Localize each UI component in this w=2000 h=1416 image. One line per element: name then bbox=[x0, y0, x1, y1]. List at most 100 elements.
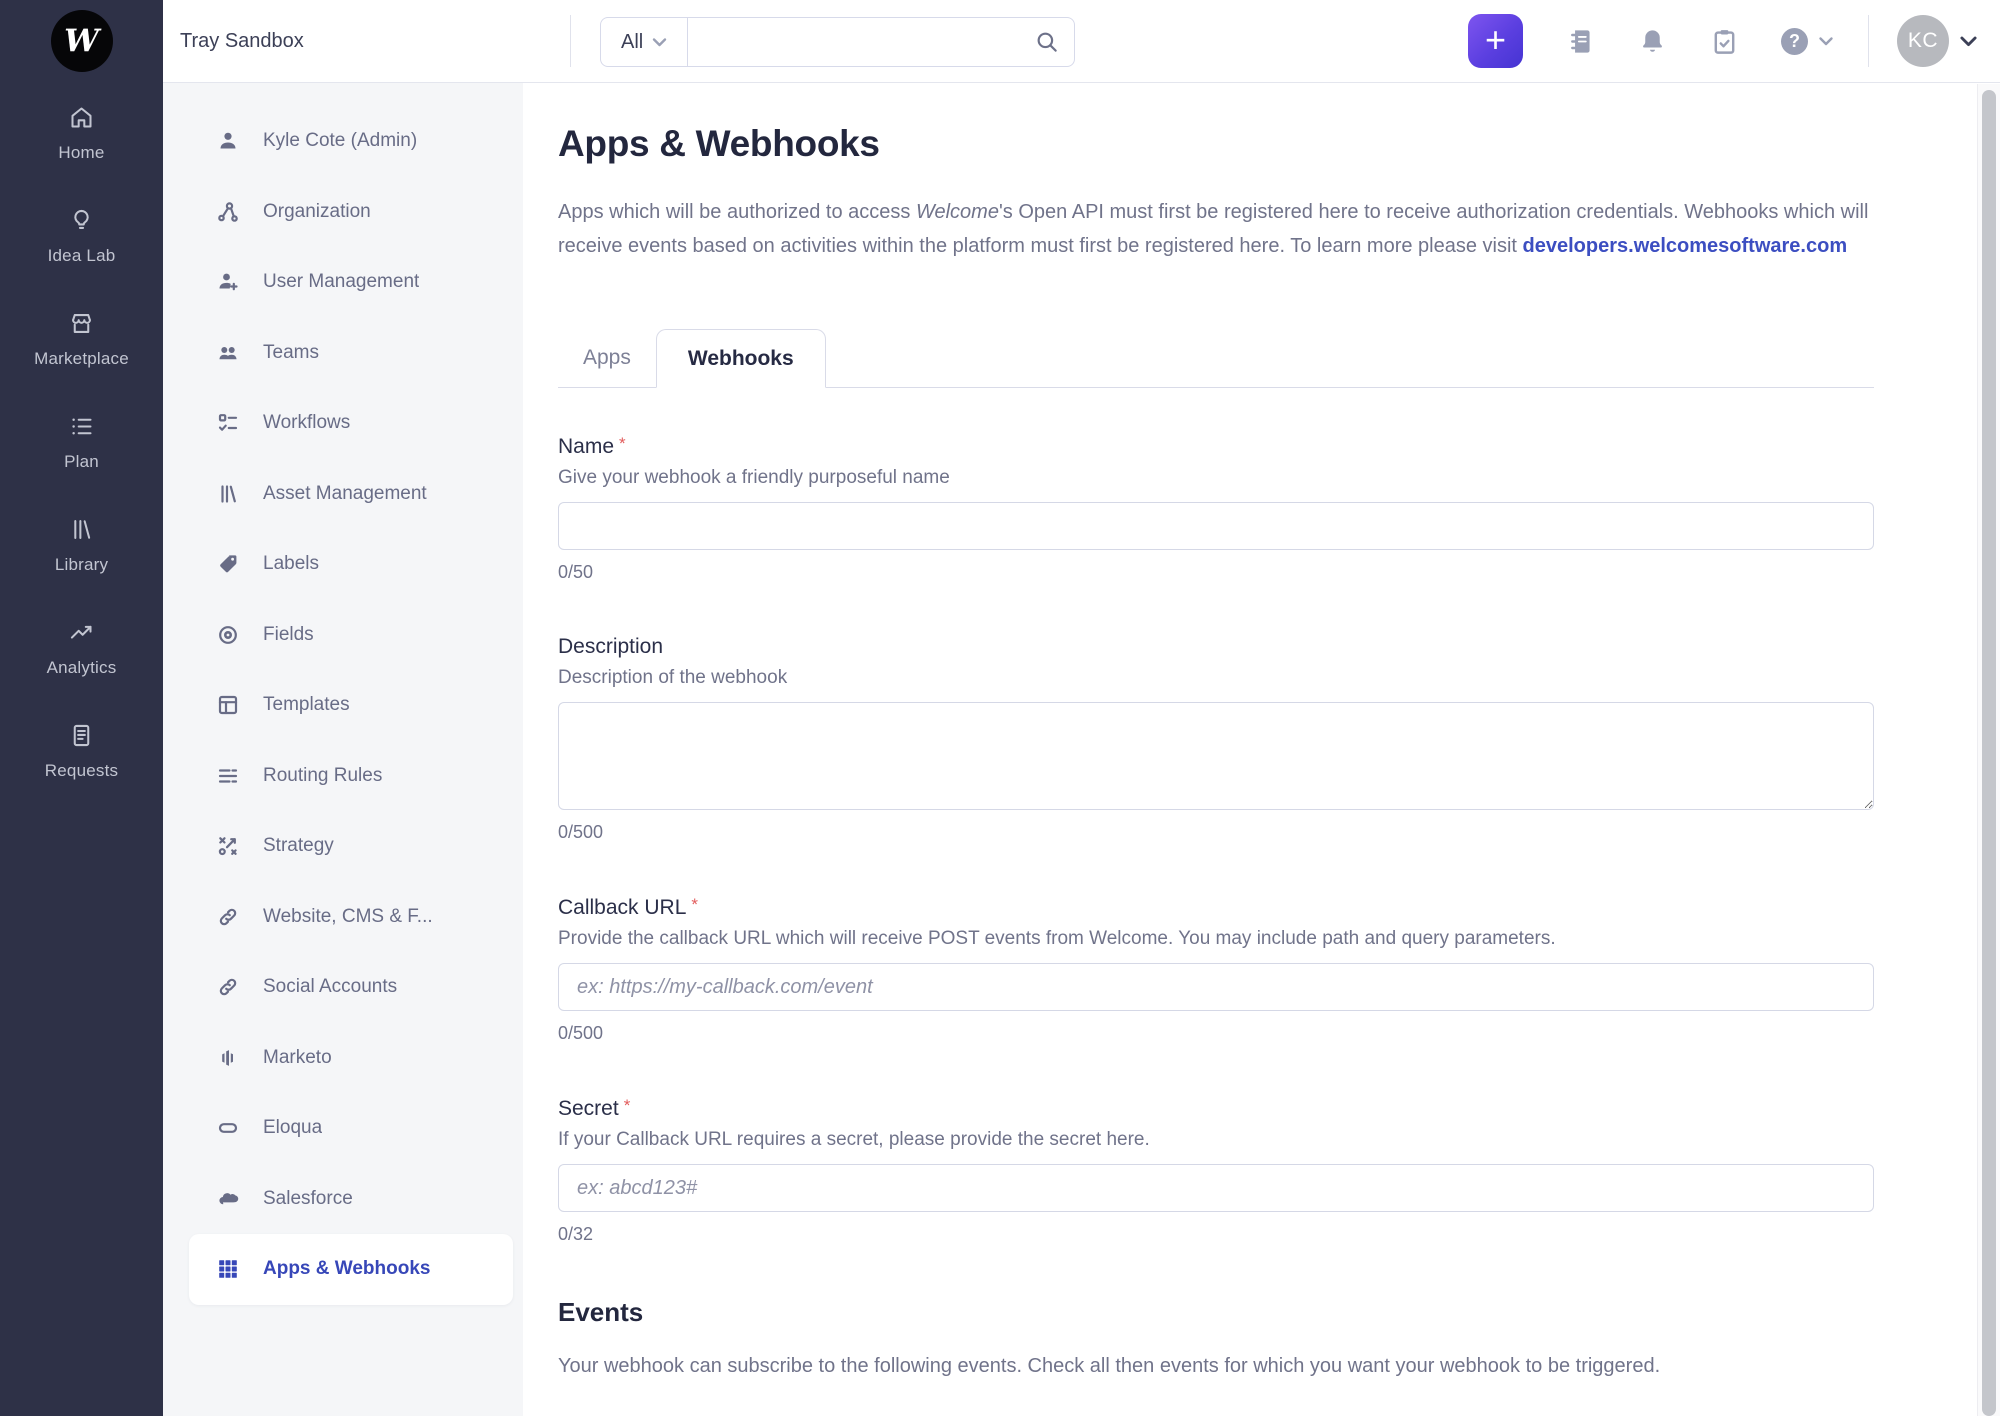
settings-item-label: Workflows bbox=[263, 412, 350, 434]
search-button[interactable] bbox=[1034, 29, 1074, 55]
main-content: Apps & Webhooks Apps which will be autho… bbox=[523, 82, 1978, 1416]
document-icon bbox=[68, 722, 95, 754]
secret-input[interactable] bbox=[558, 1164, 1874, 1212]
description-label: Description bbox=[558, 635, 663, 658]
description-field-group: Description Description of the webhook 0… bbox=[558, 635, 1874, 843]
settings-item-label: User Management bbox=[263, 271, 419, 293]
sidebar-item-marketplace[interactable]: Marketplace bbox=[0, 288, 163, 391]
developers-link[interactable]: developers.welcomesoftware.com bbox=[1523, 235, 1848, 257]
settings-item-label: Routing Rules bbox=[263, 765, 382, 787]
tab-bar: Apps Webhooks bbox=[558, 329, 1874, 388]
name-field-group: Name * Give your webhook a friendly purpo… bbox=[558, 434, 1874, 583]
intro-text: Apps which will be authorized to access … bbox=[558, 195, 1874, 263]
settings-item-routing-rules[interactable]: Routing Rules bbox=[189, 741, 513, 812]
name-input[interactable] bbox=[558, 502, 1874, 550]
settings-item-label: Salesforce bbox=[263, 1188, 353, 1210]
sidebar-item-analytics[interactable]: Analytics bbox=[0, 597, 163, 700]
tab-webhooks[interactable]: Webhooks bbox=[656, 329, 826, 388]
settings-item-marketo[interactable]: Marketo bbox=[189, 1023, 513, 1094]
callback-url-helper: Provide the callback URL which will rece… bbox=[558, 928, 1874, 950]
logo-area[interactable]: W bbox=[0, 0, 163, 82]
settings-item-templates[interactable]: Templates bbox=[189, 670, 513, 741]
sidebar-item-label: Requests bbox=[45, 761, 118, 781]
scrollbar-thumb[interactable] bbox=[1982, 90, 1996, 1416]
books-icon bbox=[216, 482, 240, 506]
name-helper: Give your webhook a friendly purposeful … bbox=[558, 467, 1874, 489]
primary-sidebar: W Home Idea Lab Marketplace Plan Library bbox=[0, 0, 163, 1416]
create-button[interactable]: + bbox=[1468, 14, 1523, 68]
name-label: Name bbox=[558, 435, 614, 458]
storefront-icon bbox=[68, 310, 95, 342]
user-icon bbox=[216, 129, 240, 153]
global-search: All bbox=[600, 17, 1075, 67]
settings-item-social-accounts[interactable]: Social Accounts bbox=[189, 952, 513, 1023]
chevron-down-icon bbox=[1959, 35, 1978, 47]
sidebar-item-requests[interactable]: Requests bbox=[0, 700, 163, 803]
search-filter-dropdown[interactable]: All bbox=[601, 18, 687, 66]
sidebar-item-label: Plan bbox=[64, 452, 99, 472]
settings-item-label: Organization bbox=[263, 201, 371, 223]
settings-item-salesforce[interactable]: Salesforce bbox=[189, 1164, 513, 1235]
settings-item-labels[interactable]: Labels bbox=[189, 529, 513, 600]
settings-item-profile[interactable]: Kyle Cote (Admin) bbox=[189, 106, 513, 177]
journal-button[interactable] bbox=[1565, 24, 1595, 58]
scrollbar[interactable] bbox=[1977, 84, 2000, 1416]
sidebar-item-label: Home bbox=[58, 143, 104, 163]
search-input[interactable] bbox=[688, 18, 1034, 66]
books-icon bbox=[68, 516, 95, 548]
header-divider bbox=[1868, 15, 1869, 67]
trending-up-icon bbox=[68, 619, 95, 651]
description-helper: Description of the webhook bbox=[558, 667, 1874, 689]
required-asterisk: * bbox=[619, 434, 626, 453]
workspace-name: Tray Sandbox bbox=[180, 30, 304, 53]
routing-lines-icon bbox=[216, 764, 240, 788]
help-icon: ? bbox=[1781, 28, 1808, 55]
callback-url-counter: 0/500 bbox=[558, 1023, 1874, 1044]
settings-item-workflows[interactable]: Workflows bbox=[189, 388, 513, 459]
template-layout-icon bbox=[216, 693, 240, 717]
help-button[interactable]: ? bbox=[1781, 28, 1834, 55]
sidebar-item-idea-lab[interactable]: Idea Lab bbox=[0, 185, 163, 288]
brand-name: Welcome bbox=[916, 201, 999, 223]
bullseye-icon bbox=[216, 623, 240, 647]
eloqua-pill-icon bbox=[216, 1116, 240, 1140]
name-counter: 0/50 bbox=[558, 562, 1874, 583]
secret-helper: If your Callback URL requires a secret, … bbox=[558, 1129, 1874, 1151]
description-textarea[interactable] bbox=[558, 702, 1874, 810]
top-header: Tray Sandbox All + ? bbox=[163, 0, 2000, 83]
description-counter: 0/500 bbox=[558, 822, 1874, 843]
settings-item-label: Asset Management bbox=[263, 483, 427, 505]
sidebar-item-plan[interactable]: Plan bbox=[0, 391, 163, 494]
required-asterisk: * bbox=[691, 895, 698, 914]
settings-item-eloqua[interactable]: Eloqua bbox=[189, 1093, 513, 1164]
app-window: W Home Idea Lab Marketplace Plan Library bbox=[0, 0, 2000, 1416]
search-filter-label: All bbox=[621, 31, 643, 54]
sidebar-item-home[interactable]: Home bbox=[0, 82, 163, 185]
settings-item-label: Templates bbox=[263, 694, 350, 716]
link-icon bbox=[216, 975, 240, 999]
settings-item-label: Apps & Webhooks bbox=[263, 1258, 431, 1280]
marketo-bars-icon bbox=[216, 1046, 240, 1070]
settings-item-fields[interactable]: Fields bbox=[189, 600, 513, 671]
settings-item-strategy[interactable]: Strategy bbox=[189, 811, 513, 882]
sidebar-item-library[interactable]: Library bbox=[0, 494, 163, 597]
sidebar-item-label: Idea Lab bbox=[48, 246, 116, 266]
settings-item-label: Labels bbox=[263, 553, 319, 575]
notifications-button[interactable] bbox=[1637, 24, 1667, 58]
settings-item-user-management[interactable]: User Management bbox=[189, 247, 513, 318]
callback-url-input[interactable] bbox=[558, 963, 1874, 1011]
tab-apps[interactable]: Apps bbox=[558, 329, 656, 387]
events-title: Events bbox=[558, 1297, 1874, 1328]
user-menu-button[interactable]: KC bbox=[1897, 15, 1978, 67]
required-asterisk: * bbox=[624, 1096, 631, 1115]
settings-item-asset-management[interactable]: Asset Management bbox=[189, 459, 513, 530]
settings-item-apps-webhooks[interactable]: Apps & Webhooks bbox=[189, 1234, 513, 1305]
strategy-icon bbox=[216, 834, 240, 858]
settings-item-organization[interactable]: Organization bbox=[189, 177, 513, 248]
journal-icon bbox=[1566, 27, 1595, 56]
welcome-logo-icon[interactable]: W bbox=[51, 10, 113, 72]
tasks-button[interactable] bbox=[1709, 24, 1739, 58]
settings-item-teams[interactable]: Teams bbox=[189, 318, 513, 389]
tag-icon bbox=[216, 552, 240, 576]
settings-item-website-cms[interactable]: Website, CMS & F... bbox=[189, 882, 513, 953]
